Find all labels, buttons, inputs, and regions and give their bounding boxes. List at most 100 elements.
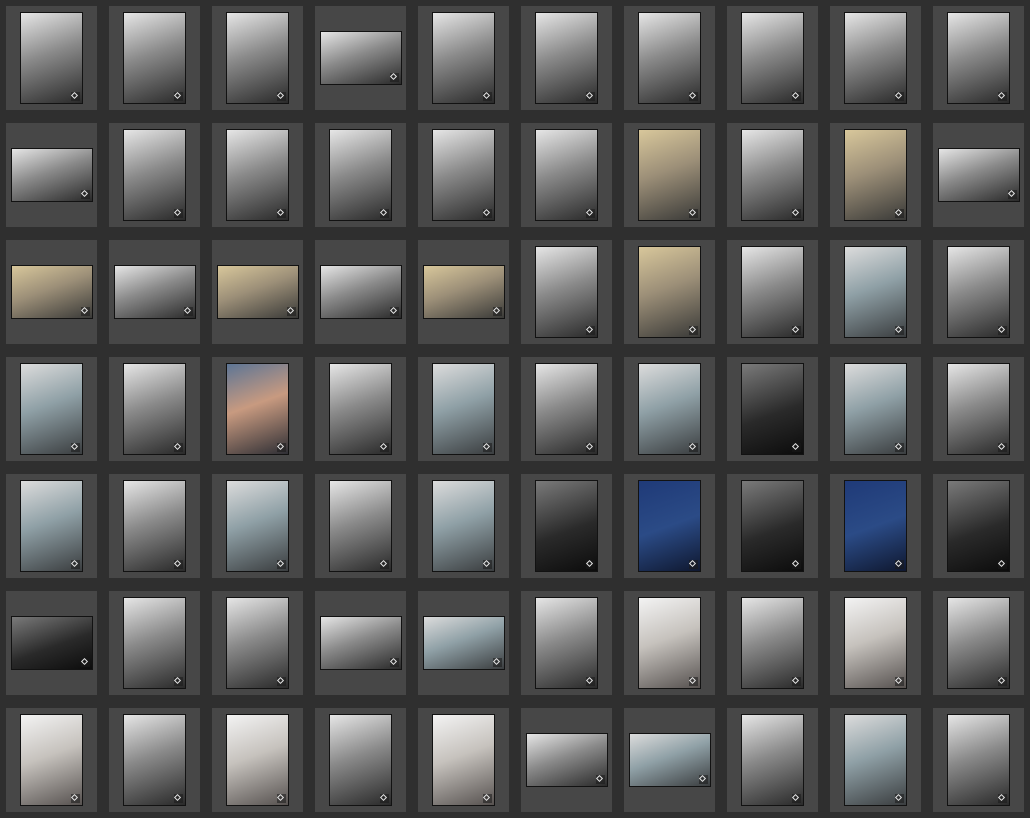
grid-cell[interactable]	[830, 357, 921, 461]
grid-cell[interactable]	[830, 240, 921, 344]
grid-cell[interactable]	[6, 474, 97, 578]
photo-thumbnail[interactable]	[535, 129, 598, 221]
photo-thumbnail[interactable]	[217, 265, 299, 319]
photo-thumbnail[interactable]	[844, 597, 907, 689]
photo-thumbnail[interactable]	[329, 714, 392, 806]
grid-cell[interactable]	[315, 6, 406, 110]
photo-thumbnail[interactable]	[329, 363, 392, 455]
grid-cell[interactable]	[521, 474, 612, 578]
photo-thumbnail[interactable]	[947, 597, 1010, 689]
grid-cell[interactable]	[727, 591, 818, 695]
grid-cell[interactable]	[109, 708, 200, 812]
grid-cell[interactable]	[315, 357, 406, 461]
photo-thumbnail[interactable]	[123, 363, 186, 455]
grid-cell[interactable]	[212, 240, 303, 344]
grid-cell[interactable]	[624, 474, 715, 578]
grid-cell[interactable]	[315, 474, 406, 578]
photo-thumbnail[interactable]	[638, 597, 701, 689]
photo-thumbnail[interactable]	[947, 246, 1010, 338]
photo-thumbnail[interactable]	[432, 363, 495, 455]
grid-cell[interactable]	[727, 240, 818, 344]
grid-cell[interactable]	[418, 474, 509, 578]
photo-thumbnail[interactable]	[535, 597, 598, 689]
photo-thumbnail[interactable]	[535, 480, 598, 572]
grid-cell[interactable]	[212, 591, 303, 695]
photo-thumbnail[interactable]	[844, 363, 907, 455]
photo-thumbnail[interactable]	[226, 480, 289, 572]
photo-thumbnail[interactable]	[320, 265, 402, 319]
grid-cell[interactable]	[109, 474, 200, 578]
photo-thumbnail[interactable]	[123, 714, 186, 806]
grid-cell[interactable]	[624, 6, 715, 110]
photo-thumbnail[interactable]	[638, 246, 701, 338]
photo-thumbnail[interactable]	[947, 12, 1010, 104]
grid-cell[interactable]	[727, 123, 818, 227]
photo-thumbnail[interactable]	[947, 363, 1010, 455]
grid-cell[interactable]	[521, 708, 612, 812]
photo-thumbnail[interactable]	[20, 12, 83, 104]
photo-thumbnail[interactable]	[11, 148, 93, 202]
grid-cell[interactable]	[624, 240, 715, 344]
photo-thumbnail[interactable]	[844, 246, 907, 338]
photo-thumbnail[interactable]	[123, 12, 186, 104]
grid-cell[interactable]	[6, 6, 97, 110]
photo-thumbnail[interactable]	[423, 265, 505, 319]
photo-thumbnail[interactable]	[947, 714, 1010, 806]
photo-thumbnail[interactable]	[638, 12, 701, 104]
grid-cell[interactable]	[933, 123, 1024, 227]
grid-cell[interactable]	[212, 708, 303, 812]
grid-cell[interactable]	[933, 708, 1024, 812]
grid-cell[interactable]	[933, 474, 1024, 578]
photo-thumbnail[interactable]	[938, 148, 1020, 202]
grid-cell[interactable]	[315, 240, 406, 344]
grid-cell[interactable]	[418, 6, 509, 110]
grid-cell[interactable]	[315, 708, 406, 812]
photo-thumbnail[interactable]	[432, 12, 495, 104]
photo-thumbnail[interactable]	[123, 129, 186, 221]
grid-cell[interactable]	[212, 6, 303, 110]
grid-cell[interactable]	[727, 6, 818, 110]
grid-cell[interactable]	[418, 708, 509, 812]
grid-cell[interactable]	[6, 123, 97, 227]
grid-cell[interactable]	[521, 357, 612, 461]
grid-cell[interactable]	[727, 474, 818, 578]
grid-cell[interactable]	[830, 591, 921, 695]
photo-thumbnail[interactable]	[226, 714, 289, 806]
photo-thumbnail[interactable]	[535, 12, 598, 104]
photo-thumbnail[interactable]	[432, 129, 495, 221]
photo-thumbnail[interactable]	[844, 480, 907, 572]
photo-thumbnail[interactable]	[638, 480, 701, 572]
grid-cell[interactable]	[727, 708, 818, 812]
photo-thumbnail[interactable]	[123, 597, 186, 689]
grid-cell[interactable]	[624, 123, 715, 227]
photo-thumbnail[interactable]	[11, 265, 93, 319]
photo-thumbnail[interactable]	[329, 480, 392, 572]
grid-cell[interactable]	[6, 591, 97, 695]
photo-thumbnail[interactable]	[432, 480, 495, 572]
grid-cell[interactable]	[418, 357, 509, 461]
photo-thumbnail[interactable]	[226, 363, 289, 455]
photo-thumbnail[interactable]	[226, 12, 289, 104]
photo-thumbnail[interactable]	[741, 246, 804, 338]
grid-cell[interactable]	[624, 357, 715, 461]
photo-thumbnail[interactable]	[320, 616, 402, 670]
photo-thumbnail[interactable]	[844, 714, 907, 806]
photo-thumbnail[interactable]	[423, 616, 505, 670]
photo-thumbnail[interactable]	[526, 733, 608, 787]
grid-cell[interactable]	[212, 357, 303, 461]
photo-thumbnail[interactable]	[432, 714, 495, 806]
grid-cell[interactable]	[315, 591, 406, 695]
photo-thumbnail[interactable]	[844, 12, 907, 104]
photo-thumbnail[interactable]	[535, 363, 598, 455]
photo-thumbnail[interactable]	[114, 265, 196, 319]
grid-cell[interactable]	[830, 474, 921, 578]
grid-cell[interactable]	[624, 708, 715, 812]
grid-cell[interactable]	[212, 474, 303, 578]
photo-thumbnail[interactable]	[741, 12, 804, 104]
grid-cell[interactable]	[830, 6, 921, 110]
grid-cell[interactable]	[521, 591, 612, 695]
photo-thumbnail[interactable]	[320, 31, 402, 85]
grid-cell[interactable]	[212, 123, 303, 227]
photo-thumbnail[interactable]	[741, 363, 804, 455]
grid-cell[interactable]	[933, 240, 1024, 344]
